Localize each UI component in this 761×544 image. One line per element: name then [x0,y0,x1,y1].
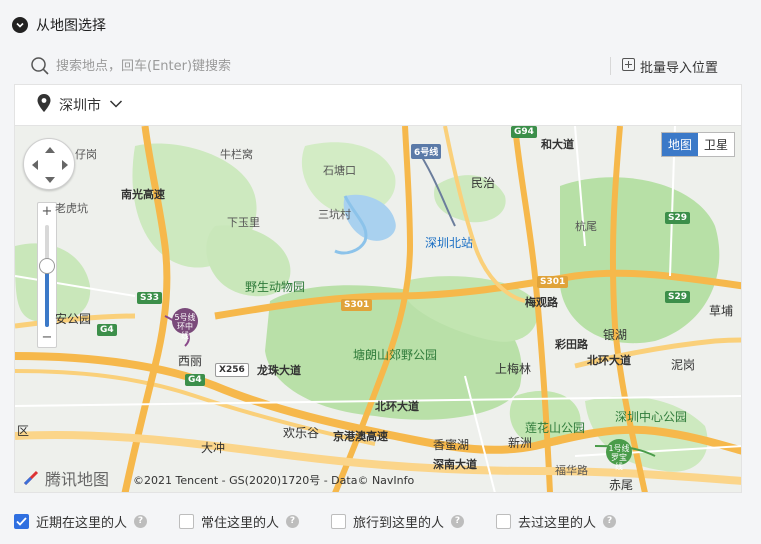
map-type-standard[interactable]: 地图 [661,133,698,156]
road-name: 和大道 [541,138,574,151]
city-label: 深圳市 [59,98,101,114]
map-label: 三坑村 [318,208,351,221]
option-label: 去过这里的人 [518,515,597,531]
map-label: 塘朗山郊野公园 [353,348,438,362]
road-name: 北环大道 [587,354,631,367]
help-icon[interactable]: ? [286,514,300,528]
location-pin-icon [37,94,51,116]
option-visited[interactable]: 去过这里的人 ? [496,512,617,531]
search-icon [30,56,50,76]
map-label: 欢乐谷 [283,426,320,440]
map-label: 老虎坑 [55,202,88,215]
checkbox-visited[interactable] [496,513,512,529]
road-name: 北环大道 [375,400,419,413]
option-label: 近期在这里的人 [36,515,128,531]
road-name: 深南大道 [433,458,477,471]
pan-control[interactable] [23,138,75,190]
logo-text: 腾讯地图 [45,470,110,489]
map-label: 深圳中心公园 [615,410,688,424]
road-badge: G94 [511,126,537,138]
map-label: 福华路 [555,464,588,477]
zoom-out-button[interactable]: − [38,329,56,347]
road-name: 彩田路 [555,338,588,351]
audience-options: 近期在这里的人 ? 常住这里的人 ? 旅行到这里的人 ? 去过这里的人 ? [14,509,648,533]
map-label: 下玉里 [227,216,260,229]
zoom-control: + − [37,202,57,348]
option-recent[interactable]: 近期在这里的人 ? [14,512,148,531]
divider [610,57,611,75]
option-resident[interactable]: 常住这里的人 ? [179,512,300,531]
map-label: 仔岗 [75,148,97,161]
city-selector[interactable]: 深圳市 [14,84,742,126]
map-type-switch: 地图 卫星 [660,132,735,157]
map-label: 香蜜湖 [433,438,470,452]
road-badge: 6号线 [411,144,442,159]
zoom-in-button[interactable]: + [38,203,56,221]
map-label: 大冲 [201,441,226,455]
map-label: 草埔 [709,304,734,318]
map-copyright: ©2021 Tencent - GS(2020)1720号 - Data© Na… [133,474,415,487]
map-label: 杭尾 [575,220,597,233]
zoom-slider-handle[interactable] [39,257,55,274]
map-provider-logo: 腾讯地图 [21,466,109,490]
zoom-fill [45,265,49,327]
checkbox-resident[interactable] [179,513,195,529]
map-label: 区 [17,424,30,438]
road-badge: S29 [665,212,691,224]
map-label: 牛栏窝 [220,148,253,161]
help-icon[interactable]: ? [451,514,465,528]
road-badge: G4 [97,324,117,336]
map-label: 石塘口 [323,164,356,177]
checkbox-recent[interactable] [14,513,29,529]
map-label: 深圳北站 [425,236,474,250]
road-badge: G4 [185,374,205,386]
collapse-chevron-icon[interactable] [12,17,28,33]
road-name: 京港澳高速 [333,430,388,443]
road-name: 龙珠大道 [257,364,301,377]
batch-import-icon [622,57,635,75]
road-badge: S33 [137,292,163,304]
batch-import-label: 批量导入位置 [640,60,719,76]
option-label: 旅行到这里的人 [353,515,445,531]
map-canvas[interactable]: 地图 卫星 + − 牛栏窝 石塘口 下玉里 三坑村 民治 深圳北站 野生动物园 … [14,126,742,493]
batch-import-button[interactable]: 批量导入位置 [622,54,718,78]
map-label: 莲花山公园 [525,421,586,435]
compass-icon [23,470,39,486]
road-badge: X256 [215,363,249,377]
metro-line-label: 1号线 罗宝线 [608,444,630,471]
search-row: 批量导入位置 [14,48,742,84]
map-label: 泥岗 [671,358,696,372]
section-title: 从地图选择 [36,18,106,34]
metro-line-label: 5号线 环中线 [174,313,196,340]
section-header[interactable]: 从地图选择 [12,14,106,36]
map-label: 银湖 [603,328,628,342]
map-type-satellite[interactable]: 卫星 [698,133,734,156]
option-label: 常住这里的人 [201,515,280,531]
road-name: 南光高速 [121,188,165,201]
pan-arrows-icon [32,147,68,183]
location-panel: 从地图选择 批量导入位置 深圳市 [0,0,761,544]
road-name: 梅观路 [525,296,558,309]
help-icon[interactable]: ? [134,514,148,528]
road-badge: S29 [665,291,691,303]
map-label: 野生动物园 [245,280,306,294]
map-label: 新洲 [508,436,533,450]
search-input[interactable] [56,54,596,78]
map-label: 民治 [471,176,496,190]
map-label: 安公园 [55,312,92,326]
map-label: 西丽 [178,354,203,368]
map-label: 赤尾 [609,478,634,492]
checkbox-traveling[interactable] [331,513,347,529]
road-badge: S301 [537,276,569,288]
map-label: 上梅林 [495,362,532,376]
help-icon[interactable]: ? [603,514,617,528]
chevron-down-icon [109,97,123,113]
road-badge: S301 [341,299,373,311]
option-traveling[interactable]: 旅行到这里的人 ? [331,512,465,531]
